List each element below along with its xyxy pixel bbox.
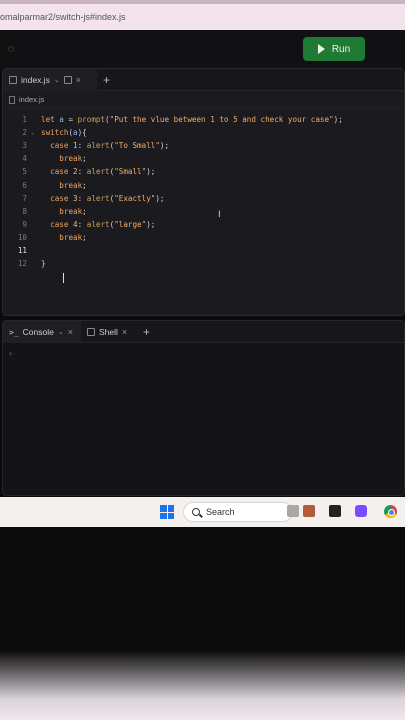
close-icon[interactable]: × — [76, 75, 81, 85]
code-line[interactable]: 11 — [3, 244, 404, 257]
status-indicator — [8, 46, 14, 52]
search-placeholder: Search — [206, 507, 235, 517]
line-number: 11 — [17, 246, 27, 255]
line-number: 5 — [22, 167, 27, 177]
url-text[interactable]: omalparmar2/switch-js#index.js — [0, 12, 126, 22]
run-button-label: Run — [331, 43, 351, 55]
play-icon — [317, 44, 325, 54]
code-text: break; — [59, 154, 87, 164]
chevron-down-icon[interactable]: ⌄ — [54, 76, 60, 84]
code-line[interactable]: 12} — [3, 257, 404, 270]
code-line[interactable]: 1 let a = prompt("Put the vlue between 1 … — [3, 113, 404, 126]
tab-shell[interactable]: Shell × — [87, 321, 127, 343]
code-line[interactable]: 6 break; — [3, 179, 404, 192]
files-app-icon[interactable] — [287, 505, 299, 517]
code-text: case 4: alert("large"); — [50, 219, 156, 229]
editor-panel: index.js ⌄ × + index.js 1 let a = prompt(… — [2, 68, 405, 316]
add-tab-plus-icon[interactable]: + — [103, 69, 110, 91]
code-line[interactable]: 8 break; — [3, 205, 404, 218]
code-text: break; — [59, 206, 87, 216]
line-number: 8 — [22, 206, 27, 216]
code-line[interactable]: 2 ⌄ switch(a){ — [3, 126, 404, 139]
terminal-prompt-icon: >_ — [9, 327, 19, 337]
browser-address-strip: omalparmar2/switch-js#index.js — [0, 0, 405, 30]
close-icon[interactable]: × — [122, 327, 127, 337]
line-number: 9 — [22, 219, 27, 229]
tab-index-js[interactable]: index.js ⌄ × — [3, 69, 97, 91]
blurred-background — [0, 650, 405, 720]
chrome-icon[interactable] — [384, 505, 397, 518]
windows-start-icon[interactable] — [160, 505, 174, 519]
line-number: 4 — [22, 154, 27, 164]
code-line[interactable]: 4 break; — [3, 152, 404, 165]
code-line[interactable]: 10 break; — [3, 231, 404, 244]
add-tab-plus-icon[interactable]: + — [143, 321, 150, 343]
code-text: case 1: alert("To Small"); — [50, 141, 170, 151]
code-text: case 3: alert("Exactly"); — [50, 193, 165, 203]
chevron-down-icon[interactable]: ⌄ — [58, 328, 64, 336]
browser-tab-bar — [0, 0, 405, 4]
tab-shell-label: Shell — [99, 327, 118, 337]
console-tab-bar: >_ Console ⌄ × Shell × + — [3, 321, 404, 343]
editor-tab-bar: index.js ⌄ × + — [3, 69, 404, 91]
run-button[interactable]: Run — [303, 37, 365, 61]
photos-app-icon[interactable] — [303, 505, 315, 517]
windows-taskbar: Search — [0, 497, 405, 527]
shell-icon — [87, 328, 95, 336]
line-number: 1 — [22, 115, 27, 124]
mouse-ibeam-icon: I — [218, 210, 221, 220]
split-pane-icon[interactable] — [63, 76, 72, 84]
fold-chevron-icon[interactable]: ⌄ — [31, 126, 35, 139]
code-line[interactable]: 7 case 3: alert("Exactly"); — [3, 192, 404, 205]
line-number: 3 — [22, 141, 27, 151]
text-cursor — [63, 273, 64, 283]
video-letterbox — [0, 527, 405, 657]
code-line[interactable]: 3 case 1: alert("To Small"); — [3, 139, 404, 152]
code-line[interactable]: 9 case 4: alert("large"); — [3, 218, 404, 231]
code-text: break; — [59, 232, 87, 242]
line-number: 12 — [17, 259, 27, 269]
code-text: switch(a){ — [41, 128, 87, 138]
search-icon — [192, 508, 200, 516]
line-number: 6 — [22, 180, 27, 190]
line-number: 2 — [22, 128, 27, 138]
console-prompt[interactable]: › — [9, 349, 12, 358]
chat-app-icon[interactable] — [355, 505, 367, 517]
taskbar-search[interactable]: Search — [183, 502, 293, 522]
line-number: 7 — [22, 193, 27, 203]
breadcrumb-file[interactable]: index.js — [19, 95, 44, 104]
line-number: 10 — [17, 232, 27, 242]
code-file-icon — [9, 76, 17, 84]
file-explorer-icon[interactable] — [329, 505, 341, 517]
breadcrumb: index.js — [3, 91, 404, 109]
code-editor[interactable]: 1 let a = prompt("Put the vlue between 1 … — [3, 109, 404, 315]
tab-console[interactable]: >_ Console ⌄ × — [3, 321, 81, 343]
code-text: let a = prompt("Put the vlue between 1 t… — [41, 115, 343, 124]
code-line[interactable]: 5 case 2: alert("Small"); — [3, 165, 404, 178]
file-icon — [9, 95, 15, 104]
code-text: break; — [59, 180, 87, 190]
app-header: Run — [0, 30, 405, 68]
console-panel: >_ Console ⌄ × Shell × + › — [2, 320, 405, 496]
tab-label: index.js — [21, 75, 50, 85]
code-text: } — [41, 259, 46, 269]
tab-console-label: Console — [22, 327, 54, 337]
code-text: case 2: alert("Small"); — [50, 167, 156, 177]
close-icon[interactable]: × — [68, 327, 73, 337]
